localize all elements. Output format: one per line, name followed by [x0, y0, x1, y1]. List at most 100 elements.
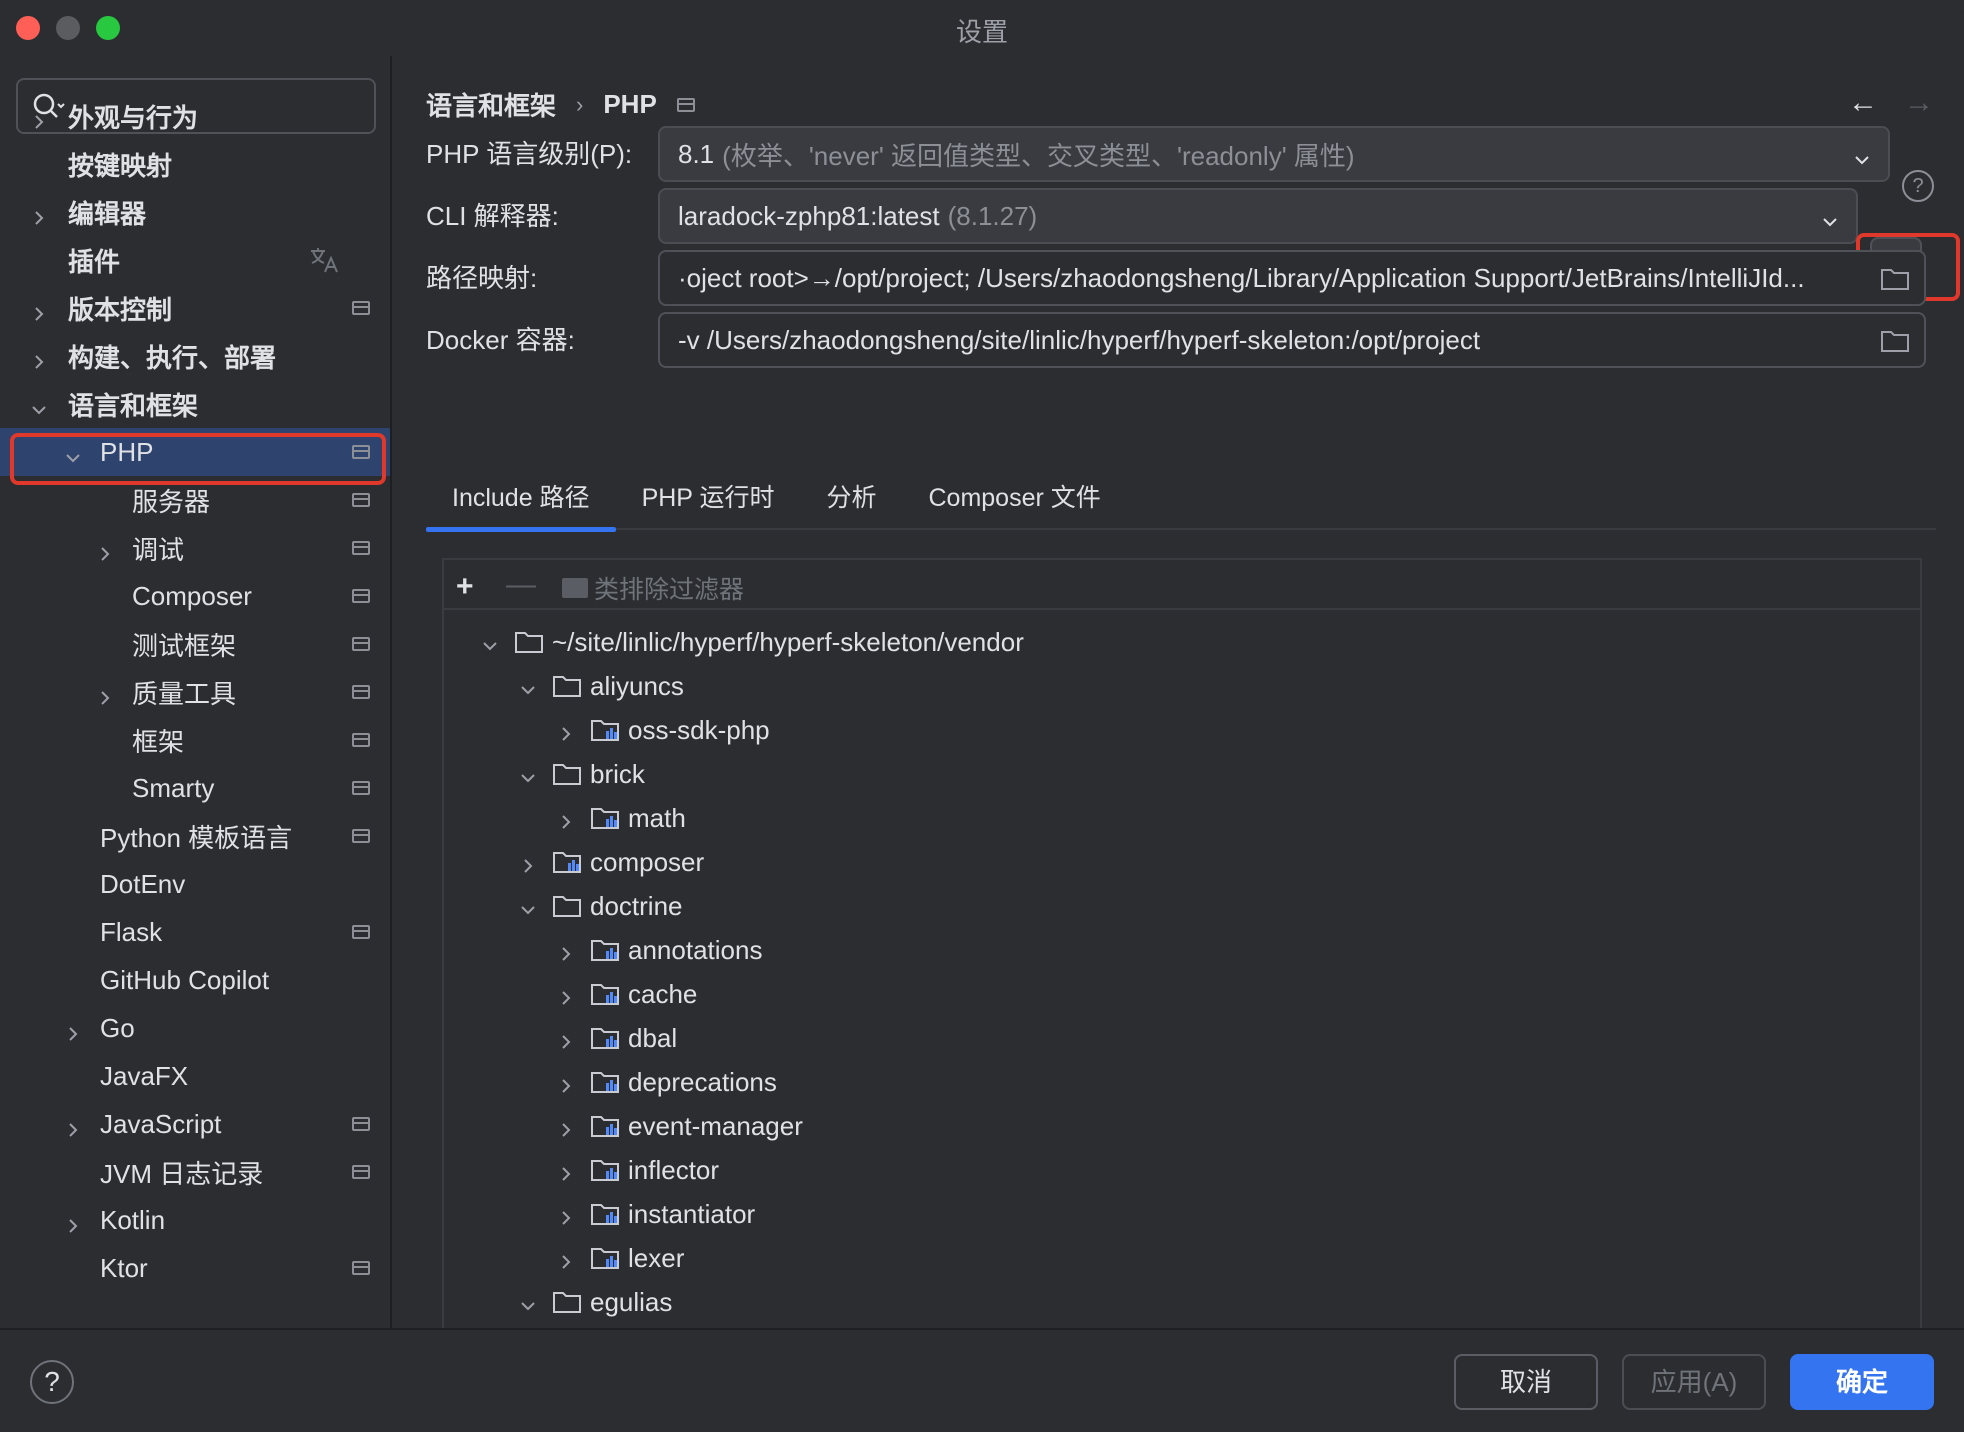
docker-container-field[interactable]: -v /Users/zhaodongsheng/site/linlic/hype… — [658, 312, 1926, 368]
tab[interactable]: Composer 文件 — [902, 470, 1126, 530]
sidebar-item[interactable]: Flask — [0, 908, 390, 956]
library-folder-icon — [590, 805, 620, 831]
sidebar-item[interactable]: JavaScript — [0, 1100, 390, 1148]
tab[interactable]: 分析 — [800, 470, 902, 530]
chevron-right-icon[interactable] — [64, 1019, 82, 1041]
chevron-right-icon[interactable] — [96, 539, 114, 561]
folder-icon — [552, 761, 582, 787]
tree-row[interactable]: event-manager — [556, 1104, 803, 1148]
chevron-down-icon[interactable] — [518, 676, 538, 696]
chevron-right-icon[interactable] — [556, 1072, 576, 1093]
chevron-down-icon[interactable] — [518, 896, 538, 916]
php-level-select[interactable]: 8.1 (枚举、'never' 返回值类型、交叉类型、'readonly' 属性… — [658, 126, 1890, 182]
help-icon[interactable]: ? — [1902, 170, 1934, 202]
tree-row[interactable]: aliyuncs — [518, 664, 684, 708]
folder-icon — [514, 629, 544, 655]
tree-row[interactable]: deprecations — [556, 1060, 777, 1104]
tree-row[interactable]: lexer — [556, 1236, 684, 1280]
folder-icon[interactable] — [1880, 266, 1910, 292]
chevron-right-icon[interactable] — [556, 808, 576, 829]
forward-arrow-icon[interactable]: → — [1904, 86, 1934, 120]
sidebar-item[interactable]: JVM 日志记录 — [0, 1148, 390, 1196]
sidebar-item[interactable]: 语言和框架 — [0, 380, 390, 428]
folder-icon[interactable] — [1880, 328, 1910, 354]
chevron-down-icon[interactable] — [518, 764, 538, 784]
sidebar-item[interactable]: 测试框架 — [0, 620, 390, 668]
chevron-right-icon[interactable] — [556, 1160, 576, 1181]
sidebar-item[interactable]: Ktor — [0, 1244, 390, 1292]
tree-row[interactable]: doctrine — [518, 884, 683, 928]
chevron-right-icon[interactable] — [64, 1211, 82, 1233]
sidebar-item[interactable]: Python 模板语言 — [0, 812, 390, 860]
chevron-right-icon[interactable] — [96, 683, 114, 705]
sidebar-item[interactable]: 版本控制 — [0, 284, 390, 332]
chevron-right-icon[interactable] — [518, 852, 538, 873]
tree-row[interactable]: math — [556, 796, 686, 840]
chevron-right-icon[interactable] — [556, 984, 576, 1005]
tree-row[interactable]: brick — [518, 752, 645, 796]
chevron-right-icon[interactable] — [556, 1116, 576, 1137]
tree-row[interactable]: inflector — [556, 1148, 719, 1192]
tree-row-label: deprecations — [628, 1066, 777, 1097]
help-button[interactable]: ? — [30, 1360, 74, 1404]
sidebar-item-label: Flask — [100, 916, 163, 947]
sidebar-item[interactable]: DotEnv — [0, 860, 390, 908]
class-exclusion-filter-label: 类排除过滤器 — [594, 576, 745, 604]
sidebar-item[interactable]: Go — [0, 1004, 390, 1052]
tab[interactable]: Include 路径 — [426, 470, 616, 532]
tree-row-label: event-manager — [628, 1110, 803, 1141]
chevron-down-icon[interactable] — [480, 632, 500, 652]
remove-path-button[interactable]: — — [506, 568, 536, 602]
sidebar-item[interactable]: Smarty — [0, 764, 390, 812]
path-mapping-field[interactable]: ·oject root>→/opt/project; /Users/zhaodo… — [658, 250, 1926, 306]
sidebar-item[interactable]: 编辑器 — [0, 188, 390, 236]
sidebar-item[interactable]: Kotlin — [0, 1196, 390, 1244]
sidebar-item[interactable]: 外观与行为 — [0, 92, 390, 140]
cancel-button[interactable]: 取消 — [1454, 1354, 1598, 1410]
tree-row[interactable]: annotations — [556, 928, 762, 972]
chevron-right-icon[interactable] — [64, 1115, 82, 1137]
sidebar-item-label: 语言和框架 — [68, 390, 199, 421]
back-arrow-icon[interactable]: ← — [1848, 86, 1878, 120]
project-level-icon — [352, 589, 370, 603]
tree-row[interactable]: ~/site/linlic/hyperf/hyperf-skeleton/ven… — [480, 620, 1024, 664]
chevron-right-icon[interactable] — [556, 1204, 576, 1225]
chevron-right-icon[interactable] — [30, 107, 48, 129]
tab[interactable]: PHP 运行时 — [616, 470, 801, 530]
sidebar-item[interactable]: 质量工具 — [0, 668, 390, 716]
add-path-button[interactable]: + — [456, 570, 474, 604]
sidebar-item[interactable]: Composer — [0, 572, 390, 620]
sidebar-item[interactable]: 插件 — [0, 236, 390, 284]
chevron-right-icon[interactable] — [30, 299, 48, 321]
chevron-down-icon[interactable] — [518, 1292, 538, 1312]
chevron-right-icon[interactable] — [30, 203, 48, 225]
docker-container-value: -v /Users/zhaodongsheng/site/linlic/hype… — [678, 324, 1481, 355]
apply-button[interactable]: 应用(A) — [1622, 1354, 1766, 1410]
sidebar-item[interactable]: 按键映射 — [0, 140, 390, 188]
class-exclusion-filter-button[interactable]: 类排除过滤器 — [562, 570, 744, 606]
tree-row[interactable]: cache — [556, 972, 697, 1016]
chevron-right-icon[interactable] — [556, 1028, 576, 1049]
chevron-right-icon[interactable] — [556, 1248, 576, 1269]
sidebar-item[interactable]: 调试 — [0, 524, 390, 572]
chevron-right-icon[interactable] — [556, 720, 576, 741]
ok-button[interactable]: 确定 — [1790, 1354, 1934, 1410]
sidebar-item[interactable]: 框架 — [0, 716, 390, 764]
breadcrumb-parent[interactable]: 语言和框架 — [426, 86, 556, 123]
tree-row[interactable]: instantiator — [556, 1192, 755, 1236]
tree-row[interactable]: egulias — [518, 1280, 672, 1324]
tree-row[interactable]: composer — [518, 840, 704, 884]
chevron-right-icon[interactable] — [30, 347, 48, 369]
chevron-down-icon[interactable] — [30, 395, 48, 415]
sidebar-item[interactable]: GitHub Copilot — [0, 956, 390, 1004]
tree-row[interactable]: oss-sdk-php — [556, 708, 770, 752]
sidebar-item-label: Go — [100, 1012, 135, 1043]
sidebar-item[interactable]: 构建、执行、部署 — [0, 332, 390, 380]
history-navigation: ← → — [1848, 86, 1934, 120]
sidebar-item[interactable]: JavaFX — [0, 1052, 390, 1100]
project-level-icon — [352, 493, 370, 507]
cli-interpreter-select[interactable]: laradock-zphp81:latest (8.1.27) — [658, 188, 1858, 244]
chevron-right-icon[interactable] — [556, 940, 576, 961]
project-level-icon — [352, 1117, 370, 1131]
tree-row[interactable]: dbal — [556, 1016, 677, 1060]
